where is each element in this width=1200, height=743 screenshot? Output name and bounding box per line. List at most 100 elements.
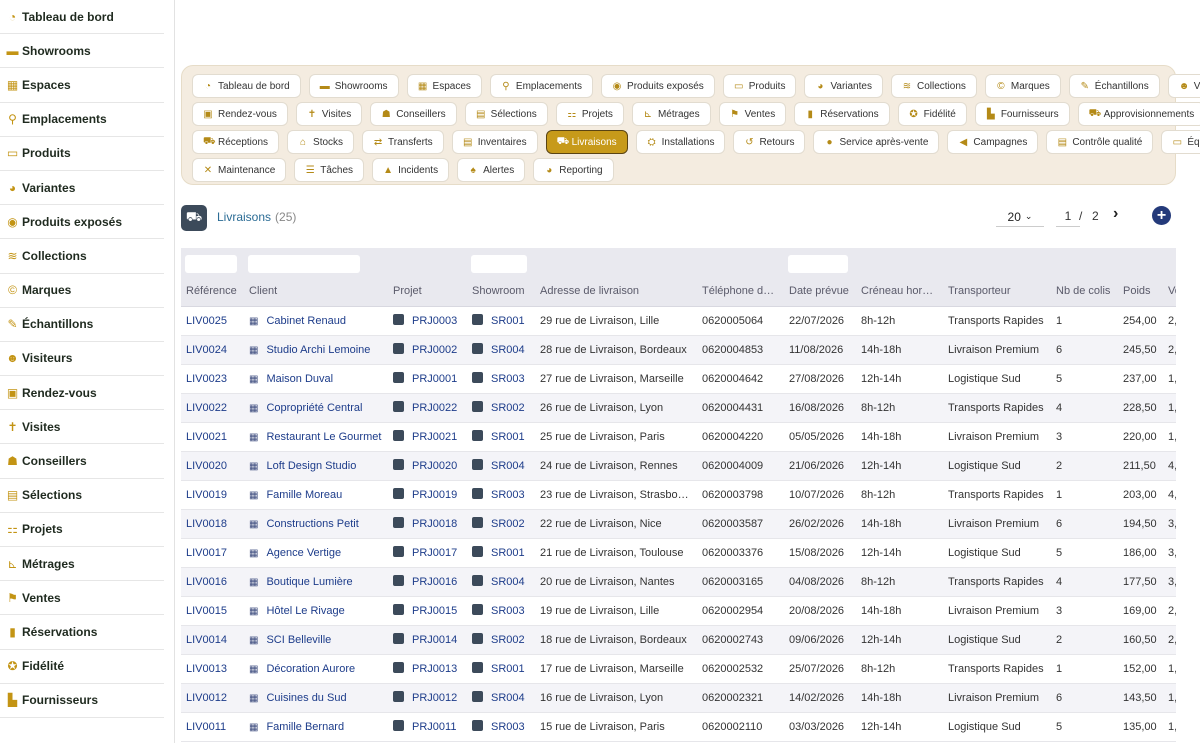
sidebar-item-reservations[interactable]: ▮ Réservations [0, 615, 164, 650]
cell-link[interactable]: Boutique Lumière [266, 576, 352, 588]
column-header-showroom[interactable]: Showroom [467, 276, 535, 307]
cell-link[interactable]: LIV0025 [186, 315, 227, 327]
cell-link[interactable]: PRJ0015 [412, 605, 457, 617]
cell-link[interactable]: SR004 [491, 576, 525, 588]
cell-link[interactable]: Cuisines du Sud [266, 692, 346, 704]
table-row[interactable]: LIV0024 ▦ Studio Archi Lemoine PRJ0002 SR004… [181, 335, 1176, 365]
cell-link[interactable]: Constructions Petit [266, 518, 358, 530]
cell-link[interactable]: Famille Moreau [266, 489, 342, 501]
tab-espaces[interactable]: ▦ Espaces [406, 74, 482, 98]
cell-link[interactable]: Hôtel Le Rivage [266, 605, 344, 617]
cell-link[interactable]: LIV0011 [186, 721, 226, 733]
cell-link[interactable]: SR004 [491, 344, 525, 356]
table-row[interactable]: LIV0011 ▦ Famille Bernard PRJ0011 SR003 15 ru… [181, 712, 1176, 742]
cell-link[interactable]: SR003 [491, 373, 525, 385]
column-header-adresse-de-livraison[interactable]: Adresse de livraison [535, 276, 697, 307]
sidebar-item-visiteurs[interactable]: ☻ Visiteurs [0, 342, 164, 377]
tab-reporting[interactable]: ◕ Reporting [533, 158, 614, 182]
cell-link[interactable]: SR002 [491, 402, 525, 414]
cell-link[interactable]: PRJ0011 [412, 721, 456, 733]
tab-conseillers[interactable]: ☗ Conseillers [370, 102, 457, 126]
sidebar-item-ventes[interactable]: ⚑ Ventes [0, 581, 164, 616]
tab-tableau-de-bord[interactable]: ◔ Tableau de bord [192, 74, 301, 98]
sidebar-item-visites[interactable]: ✝ Visites [0, 410, 164, 445]
cell-link[interactable]: LIV0022 [186, 402, 227, 414]
cell-link[interactable]: SR001 [491, 315, 525, 327]
tab-produits[interactable]: ▭ Produits [722, 74, 797, 98]
cell-link[interactable]: LIV0016 [186, 576, 227, 588]
table-row[interactable]: LIV0015 ▦ Hôtel Le Rivage PRJ0015 SR003 19 ru… [181, 596, 1176, 626]
sidebar-item-collections[interactable]: ≋ Collections [0, 239, 164, 274]
cell-link[interactable]: Maison Duval [266, 373, 333, 385]
tab-metrages[interactable]: ⊾ Métrages [631, 102, 711, 126]
table-row[interactable]: LIV0017 ▦ Agence Vertige PRJ0017 SR001 21 rue… [181, 538, 1176, 568]
sidebar-item-rendez-vous[interactable]: ▣ Rendez-vous [0, 376, 164, 411]
tab-fournisseurs[interactable]: ▙ Fournisseurs [974, 102, 1070, 126]
cell-link[interactable]: SR003 [491, 605, 525, 617]
tab-showrooms[interactable]: ▬ Showrooms [308, 74, 399, 98]
tab-ventes[interactable]: ⚑ Ventes [718, 102, 787, 126]
tab-visiteurs[interactable]: ☻Visiteurs [1167, 74, 1200, 98]
date-filter-input[interactable] [788, 255, 848, 273]
cell-link[interactable]: PRJ0022 [412, 402, 457, 414]
column-header-vo[interactable]: Vo [1163, 276, 1176, 307]
cell-link[interactable]: Studio Archi Lemoine [266, 344, 370, 356]
sidebar-item-espaces[interactable]: ▦ Espaces [0, 68, 164, 103]
sidebar-item-conseillers[interactable]: ☗ Conseillers [0, 444, 164, 479]
cell-link[interactable]: SR004 [491, 460, 525, 472]
tab-alertes[interactable]: ♠ Alertes [457, 158, 526, 182]
column-header-date-prevue[interactable]: Date prévue [784, 276, 856, 307]
cell-link[interactable]: SR001 [491, 663, 525, 675]
column-header-nb-de-colis[interactable]: Nb de colis [1051, 276, 1118, 307]
tab-selections[interactable]: ▤ Sélections [464, 102, 548, 126]
cell-link[interactable]: PRJ0021 [412, 431, 457, 443]
sidebar-item-emplacements[interactable]: ⚲ Emplacements [0, 103, 164, 137]
tab-variantes[interactable]: ◕ Variantes [804, 74, 883, 98]
tab-emplacements[interactable]: ⚲ Emplacements [489, 74, 594, 98]
cell-link[interactable]: PRJ0020 [412, 460, 457, 472]
tab-receptions[interactable]: ⛟ Réceptions [192, 130, 280, 154]
tab-installations[interactable]: ⛭ Installations [635, 130, 726, 154]
add-button[interactable]: + [1152, 206, 1171, 225]
chevron-right-icon[interactable]: › [1113, 205, 1118, 223]
showroom-filter-input[interactable] [471, 255, 527, 273]
cell-link[interactable]: PRJ0013 [412, 663, 457, 675]
cell-link[interactable]: PRJ0001 [412, 373, 457, 385]
tab-retours[interactable]: ↺ Retours [733, 130, 806, 154]
tab-incidents[interactable]: ▲ Incidents [372, 158, 450, 182]
column-header-reference[interactable]: Référence [181, 276, 244, 307]
table-row[interactable]: LIV0022 ▦ Copropriété Central PRJ0022 SR002 2… [181, 393, 1176, 423]
sidebar-item-produits[interactable]: ▭ Produits [0, 137, 164, 171]
column-header-creneau-hor[interactable]: Créneau hor… [856, 276, 943, 307]
tab-livraisons[interactable]: ⛟ Livraisons [545, 130, 628, 154]
cell-link[interactable]: LIV0024 [186, 344, 227, 356]
cell-link[interactable]: Agence Vertige [266, 547, 341, 559]
cell-link[interactable]: PRJ0003 [412, 315, 457, 327]
cell-link[interactable]: PRJ0014 [412, 634, 457, 646]
column-header-projet[interactable]: Projet [388, 276, 467, 307]
tab-produits-exposes[interactable]: ◉ Produits exposés [601, 74, 715, 98]
table-row[interactable]: LIV0025 ▦ Cabinet Renaud PRJ0003 SR001 29 rue… [181, 306, 1176, 336]
table-row[interactable]: LIV0014 ▦ SCI Belleville PRJ0014 SR002 18 rue… [181, 625, 1176, 655]
table-row[interactable]: LIV0019 ▦ Famille Moreau PRJ0019 SR003 23 rue… [181, 480, 1176, 510]
sidebar-item-selections[interactable]: ▤ Sélections [0, 479, 164, 513]
sidebar-item-produits-exposes[interactable]: ◉ Produits exposés [0, 205, 164, 240]
cell-link[interactable]: LIV0014 [186, 634, 227, 646]
cell-link[interactable]: SR003 [491, 489, 525, 501]
cell-link[interactable]: SR001 [491, 431, 525, 443]
cell-link[interactable]: Restaurant Le Gourmet [266, 431, 381, 443]
cell-link[interactable]: PRJ0017 [412, 547, 457, 559]
cell-link[interactable]: Décoration Aurore [266, 663, 355, 675]
page-size-select[interactable]: 20 ⌄ [996, 207, 1044, 227]
cell-link[interactable]: LIV0012 [186, 692, 227, 704]
sidebar-item-marques[interactable]: © Marques [0, 274, 164, 308]
tab-projets[interactable]: ⚏ Projets [555, 102, 624, 126]
tab-visites[interactable]: ✝ Visites [295, 102, 363, 126]
cell-link[interactable]: LIV0017 [186, 547, 227, 559]
tab-taches[interactable]: ☰ Tâches [294, 158, 365, 182]
tab-controle-qualite[interactable]: ▤ Contrôle qualité [1046, 130, 1154, 154]
tab-service-apres-vente[interactable]: ● Service après-vente [813, 130, 940, 154]
cell-link[interactable]: PRJ0019 [412, 489, 457, 501]
tab-fidelite[interactable]: ✪ Fidélité [897, 102, 967, 126]
reference-filter-input[interactable] [185, 255, 237, 273]
